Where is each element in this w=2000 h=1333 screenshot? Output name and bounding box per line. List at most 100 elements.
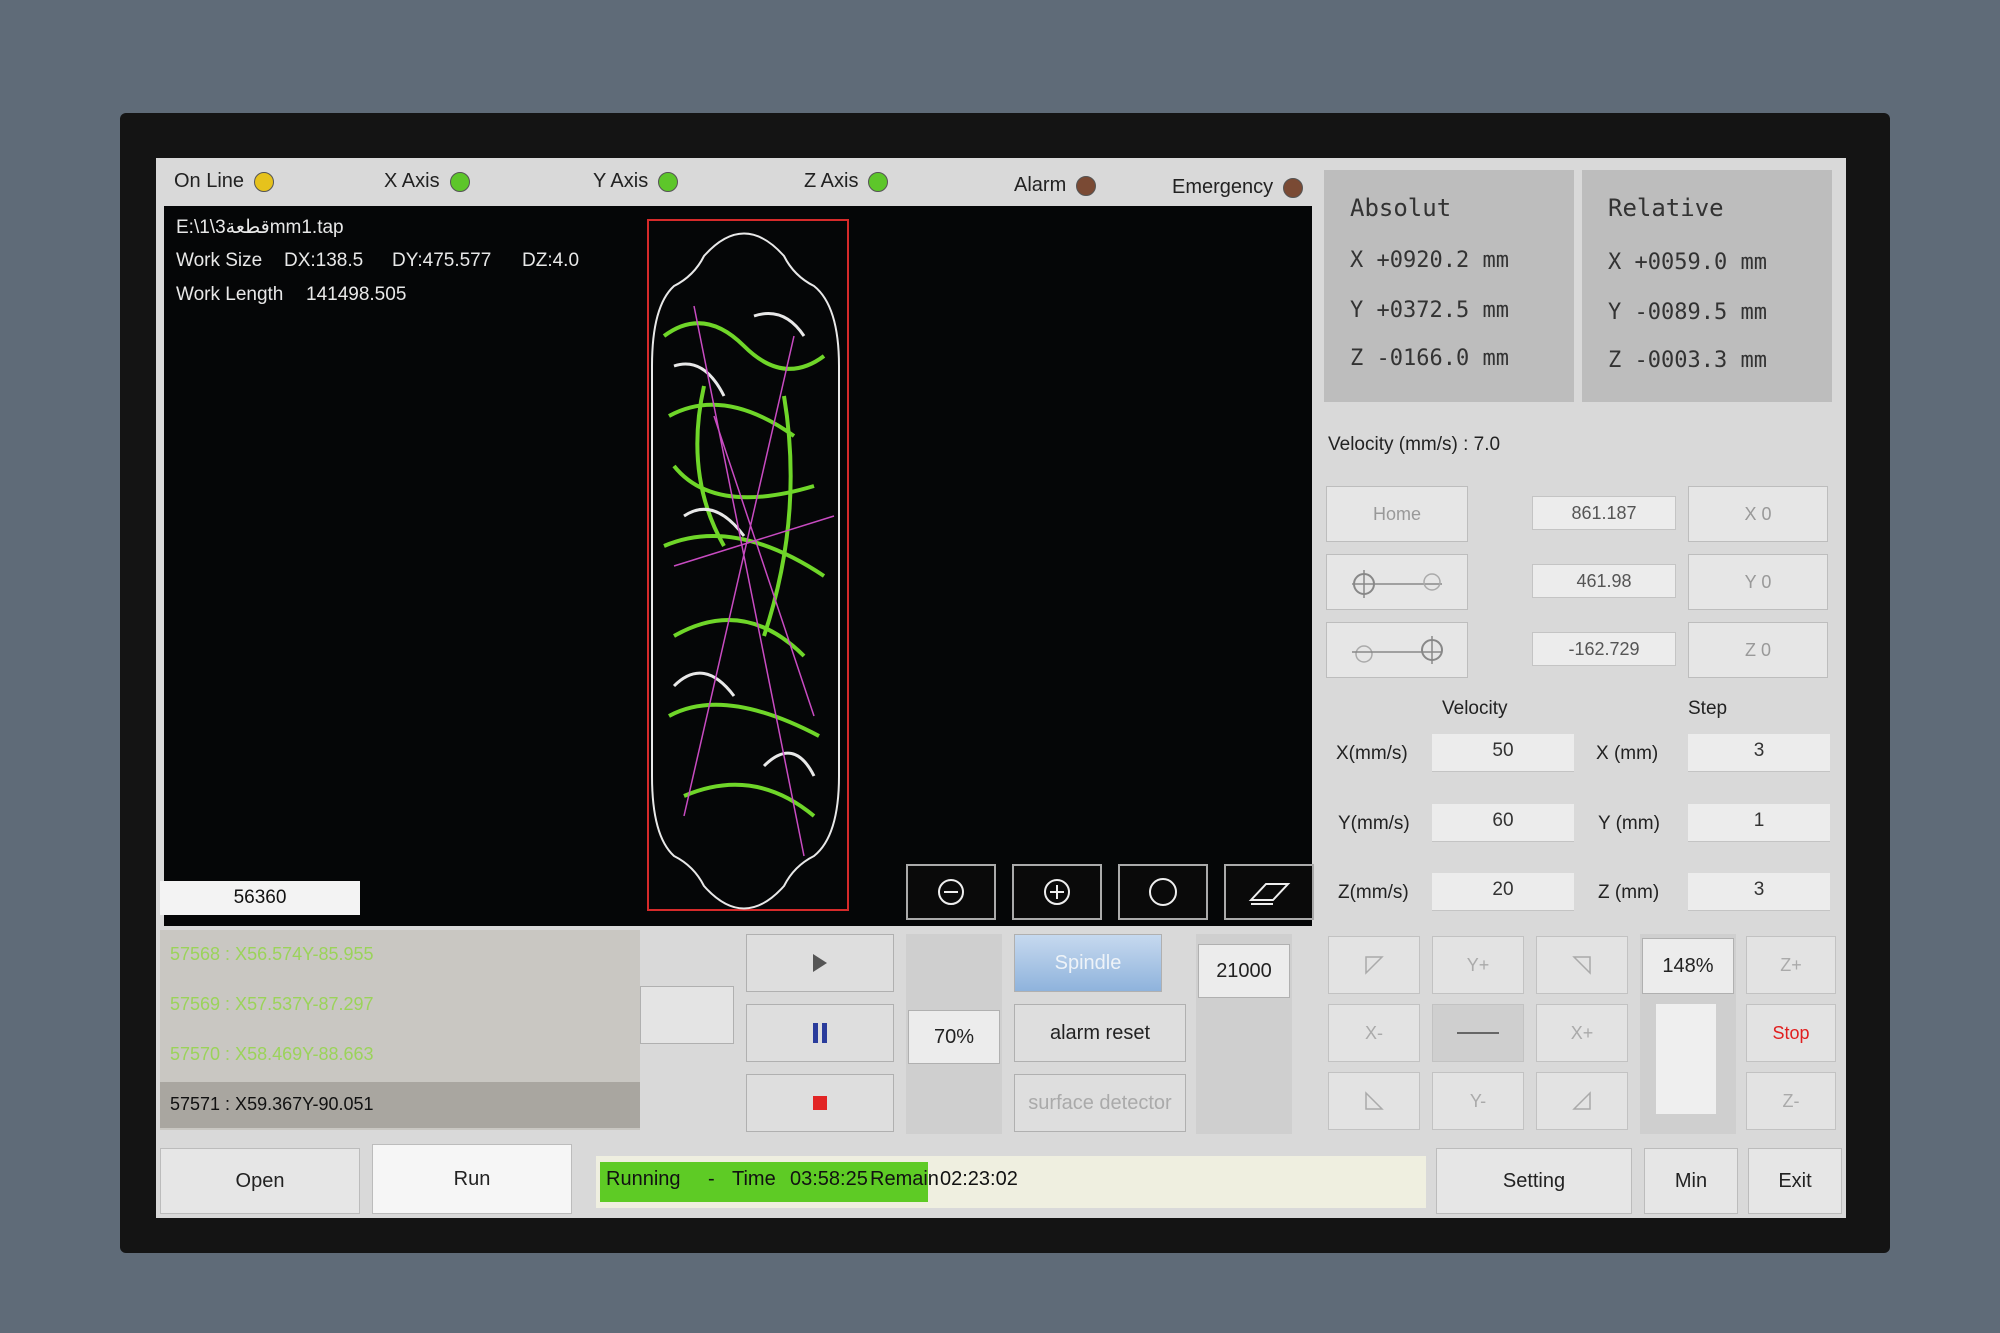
z-step-label: Z (mm) [1598,882,1660,903]
emergency-label: Emergency [1172,176,1274,198]
set-origin-button[interactable] [1326,622,1468,678]
step-header: Step [1688,698,1728,719]
stop-run-button[interactable] [746,1074,894,1132]
blank-button[interactable] [640,986,734,1044]
alarm-reset-button[interactable]: alarm reset [1014,1004,1186,1062]
x-velocity-label: X(mm/s) [1336,743,1408,764]
relative-x: X +0059.0 mm [1608,250,1767,275]
alarm-status: Alarm [1014,174,1097,197]
elapsed-time: 03:58:25 [790,1168,868,1190]
run-status-bar: Running - Time 03:58:25 Remain 02:23:02 [596,1156,1426,1208]
jog-x-minus-button[interactable]: X- [1328,1004,1420,1062]
online-status: On Line [174,170,275,193]
zero-y-button[interactable]: Y 0 [1688,554,1828,610]
goto-origin-button[interactable] [1326,554,1468,610]
current-line-number: 56360 [160,881,360,915]
toolpath-preview[interactable]: E:\1\3قطعةmm1.tap Work Size DX:138.5 DY:… [164,206,1314,926]
y-velocity-field[interactable]: 60 [1432,804,1574,842]
z-step-field[interactable]: 3 [1688,873,1830,911]
spindle-button[interactable]: Spindle [1014,934,1162,992]
minimize-button[interactable]: Min [1644,1148,1738,1214]
x-step-field[interactable]: 3 [1688,734,1830,772]
y-step-field[interactable]: 1 [1688,804,1830,842]
absolute-z: Z -0166.0 mm [1350,346,1509,371]
y-velocity-label: Y(mm/s) [1338,813,1410,834]
z-axis-led-icon [868,171,889,192]
x-axis-label: X Axis [384,170,440,192]
zoom-in-icon [1044,879,1070,905]
run-button[interactable]: Run [372,1144,572,1214]
relative-coordinates-panel: Relative X +0059.0 mm Y -0089.5 mm Z -00… [1582,170,1832,402]
zero-x-button[interactable]: X 0 [1688,486,1828,542]
fit-view-button[interactable] [1118,864,1208,920]
gcode-current-line: 57571 : X59.367Y-90.051 [170,1094,374,1114]
z-axis-status: Z Axis [804,170,889,193]
work-size-dx: DX:138.5 [284,250,364,271]
gcode-line: 57569 : X57.537Y-87.297 [170,994,374,1014]
jog-slider-track [1656,1004,1716,1114]
work-length-label: Work Length [176,284,284,305]
zero-z-button[interactable]: Z 0 [1688,622,1828,678]
arrow-down-right-icon [1572,1091,1591,1110]
emergency-led-icon [1283,177,1304,198]
x-step-label: X (mm) [1596,743,1659,764]
jog-y-minus-button[interactable]: Y- [1432,1072,1524,1130]
status-dash: - [708,1168,715,1190]
pause-icon [813,1023,827,1043]
stop-button[interactable]: Stop [1746,1004,1836,1062]
y-step-label: Y (mm) [1598,813,1660,834]
alarm-led-icon [1076,175,1097,196]
velocity-readout: Velocity (mm/s) : 7.0 [1328,434,1501,455]
play-button[interactable] [746,934,894,992]
exit-button[interactable]: Exit [1748,1148,1842,1214]
absolute-title: Absolut [1350,194,1452,222]
surface-detector-button[interactable]: surface detector [1014,1074,1186,1132]
circle-icon [1149,878,1177,906]
remain-label: Remain [870,1168,939,1190]
open-button[interactable]: Open [160,1148,360,1214]
play-icon [813,954,827,972]
setting-button[interactable]: Setting [1436,1148,1632,1214]
y-axis-status: Y Axis [593,170,679,193]
dash-icon [1457,1032,1499,1034]
jog-up-left-button[interactable] [1328,936,1420,994]
x-velocity-field[interactable]: 50 [1432,734,1574,772]
absolute-x: X +0920.2 mm [1350,248,1509,273]
work-size-dz: DZ:4.0 [522,250,580,271]
gcode-list[interactable]: 57568 : X56.574Y-85.955 57569 : X57.537Y… [160,930,640,1130]
eraser-icon [1248,883,1291,905]
x-axis-status: X Axis [384,170,470,193]
jog-y-plus-button[interactable]: Y+ [1432,936,1524,994]
jog-z-minus-button[interactable]: Z- [1746,1072,1836,1130]
clear-view-button[interactable] [1224,864,1314,920]
jog-z-plus-button[interactable]: Z+ [1746,936,1836,994]
relative-title: Relative [1608,194,1724,222]
pause-button[interactable] [746,1004,894,1062]
arrow-up-left-icon [1365,956,1384,975]
z-velocity-label: Z(mm/s) [1338,882,1409,903]
emergency-status: Emergency [1172,176,1304,199]
jog-down-left-button[interactable] [1328,1072,1420,1130]
arrow-up-right-icon [1572,956,1591,975]
zoom-in-button[interactable] [1012,864,1102,920]
remaining-time: 02:23:02 [940,1168,1018,1190]
home-button[interactable]: Home [1326,486,1468,542]
z-velocity-field[interactable]: 20 [1432,873,1574,911]
jog-center-button[interactable] [1432,1004,1524,1062]
z-axis-label: Z Axis [804,170,859,192]
home-z-value: -162.729 [1532,632,1676,666]
jog-x-plus-button[interactable]: X+ [1536,1004,1628,1062]
toolpath-drawing [647,219,849,911]
y-axis-led-icon [658,171,679,192]
stop-icon [813,1096,827,1110]
online-led-icon [254,171,275,192]
jog-up-right-button[interactable] [1536,936,1628,994]
home-y-value: 461.98 [1532,564,1676,598]
feed-override-value: 70% [908,1010,1000,1064]
absolute-y: Y +0372.5 mm [1350,298,1509,323]
relative-z: Z -0003.3 mm [1608,348,1767,373]
velocity-header: Velocity [1442,698,1508,719]
zoom-out-button[interactable] [906,864,996,920]
jog-down-right-button[interactable] [1536,1072,1628,1130]
work-size-label: Work Size [176,250,263,271]
